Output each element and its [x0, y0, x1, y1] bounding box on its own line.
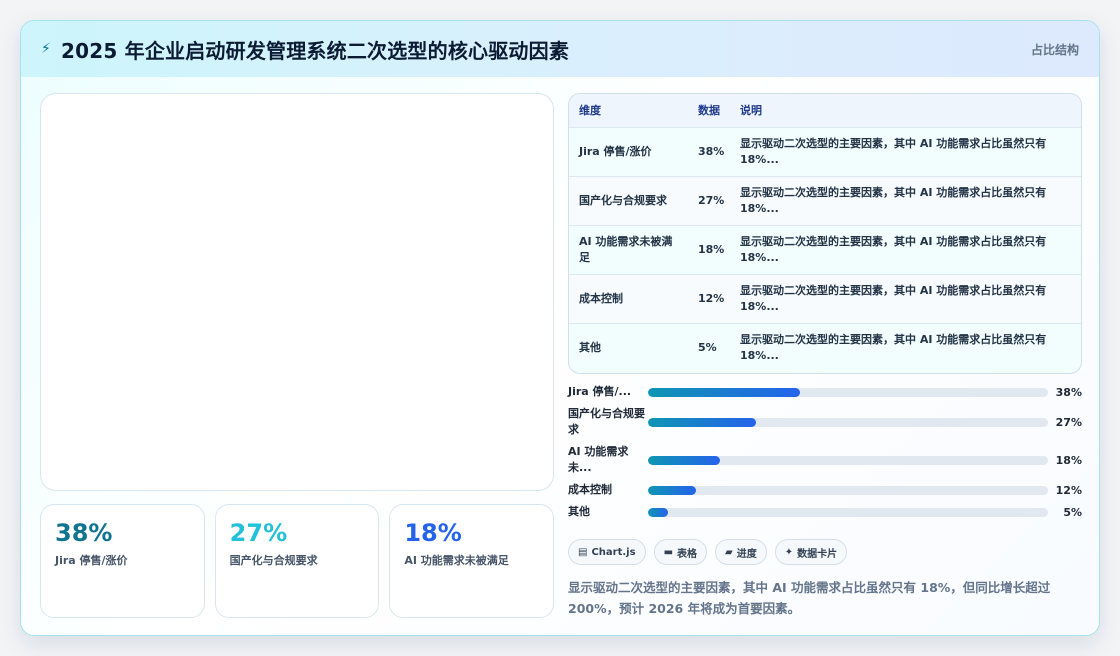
progress-label: 其他: [568, 505, 590, 518]
cell-value: 27%: [698, 193, 725, 207]
progress-percent: 18%: [1055, 453, 1082, 467]
progress-track: [648, 507, 1048, 517]
progress-bars: Jira 停售/... 38% 国产化与合规要求 27% AI 功能需求未...…: [568, 384, 1082, 526]
cell-dimension: 国产化与合规要求: [579, 193, 667, 207]
main-card: ⚡︎ 2025 年企业启动研发管理系统二次选型的核心驱动因素 占比结构 38% …: [20, 20, 1100, 636]
table-row: 成本控制 12% 显示驱动二次选型的主要因素，其中 AI 功能需求占比虽然只有 …: [569, 274, 1081, 323]
stat-card: 38% Jira 停售/涨价: [40, 504, 205, 618]
progress-fill: [648, 387, 800, 397]
progress-row: AI 功能需求未... 18%: [568, 444, 1082, 476]
progress-fill: [648, 485, 696, 495]
progress-percent: 5%: [1063, 505, 1082, 519]
chip-label: 进度: [736, 548, 757, 560]
progress-label: 国产化与合规要求: [568, 407, 645, 436]
cell-dimension: AI 功能需求未被满足: [579, 234, 673, 264]
progress-view-button[interactable]: ▰ 进度: [715, 539, 767, 565]
progress-percent: 38%: [1055, 385, 1082, 399]
card-header: ⚡︎ 2025 年企业启动研发管理系统二次选型的核心驱动因素 占比结构: [21, 21, 1099, 77]
table-row: 国产化与合规要求 27% 显示驱动二次选型的主要因素，其中 AI 功能需求占比虽…: [569, 176, 1081, 225]
stat-label: 国产化与合规要求: [229, 554, 318, 567]
table-icon: ▬: [663, 546, 674, 558]
view-toolbar: ▤ Chart.js ▬ 表格 ▰ 进度 ✦ 数据卡片: [568, 539, 848, 565]
chart-canvas-panel: [40, 93, 554, 491]
progress-label: 成本控制: [568, 483, 612, 496]
table-row: AI 功能需求未被满足 18% 显示驱动二次选型的主要因素，其中 AI 功能需求…: [569, 225, 1081, 274]
chartjs-view-button[interactable]: ▤ Chart.js: [568, 539, 646, 565]
chip-label: 数据卡片: [797, 548, 838, 560]
progress-icon: ▰: [725, 546, 733, 558]
structure-tag: 占比结构: [1030, 42, 1079, 57]
progress-row: 国产化与合规要求 27%: [568, 406, 1082, 438]
column-header: 数据: [698, 104, 720, 118]
progress-fill: [648, 507, 668, 517]
sparkle-icon: ✦: [784, 546, 794, 558]
stat-card: 27% 国产化与合规要求: [214, 504, 380, 618]
data-table: 维度 数据 说明 Jira 停售/涨价 38% 显示驱动二次选型的主要因素，其中…: [568, 93, 1082, 374]
column-header: 维度: [579, 104, 601, 118]
progress-track: [648, 455, 1048, 465]
chip-label: Chart.js: [591, 546, 636, 558]
progress-row: 其他 5%: [568, 504, 1082, 520]
cell-description: 显示驱动二次选型的主要因素，其中 AI 功能需求占比虽然只有 18%...: [740, 283, 1047, 313]
table-row: Jira 停售/涨价 38% 显示驱动二次选型的主要因素，其中 AI 功能需求占…: [569, 127, 1081, 176]
table-header-row: 维度 数据 说明: [569, 94, 1081, 127]
progress-fill: [648, 417, 756, 427]
cell-value: 18%: [698, 242, 725, 256]
cell-dimension: 其他: [579, 340, 601, 354]
progress-track: [648, 417, 1048, 427]
cell-dimension: 成本控制: [579, 291, 623, 305]
cards-view-button[interactable]: ✦ 数据卡片: [774, 539, 848, 565]
progress-row: Jira 停售/... 38%: [568, 384, 1082, 400]
cell-description: 显示驱动二次选型的主要因素，其中 AI 功能需求占比虽然只有 18%...: [740, 185, 1047, 215]
progress-track: [648, 387, 1048, 397]
progress-track: [648, 485, 1048, 495]
table-row: 其他 5% 显示驱动二次选型的主要因素，其中 AI 功能需求占比虽然只有 18%…: [569, 323, 1081, 372]
cell-value: 5%: [698, 340, 717, 354]
progress-label: Jira 停售/...: [568, 385, 632, 398]
cell-description: 显示驱动二次选型的主要因素，其中 AI 功能需求占比虽然只有 18%...: [740, 332, 1047, 362]
chip-label: 表格: [677, 548, 698, 560]
summary-text: 显示驱动二次选型的主要因素，其中 AI 功能需求占比虽然只有 18%，但同比增长…: [568, 580, 1051, 616]
table-view-button[interactable]: ▬ 表格: [653, 539, 708, 565]
stat-label: AI 功能需求未被满足: [404, 554, 509, 567]
stat-card: 18% AI 功能需求未被满足: [389, 504, 555, 618]
progress-fill: [648, 455, 720, 465]
page-title: 2025 年企业启动研发管理系统二次选型的核心驱动因素: [61, 38, 570, 63]
cell-value: 12%: [698, 291, 725, 305]
stat-value: 27%: [229, 519, 288, 547]
column-header: 说明: [740, 104, 762, 118]
stat-value: 18%: [404, 519, 462, 547]
stat-cards: 38% Jira 停售/涨价 27% 国产化与合规要求 18% AI 功能需求未…: [40, 504, 555, 618]
progress-row: 成本控制 12%: [568, 482, 1082, 498]
stat-value: 38%: [55, 519, 113, 547]
cell-description: 显示驱动二次选型的主要因素，其中 AI 功能需求占比虽然只有 18%...: [740, 234, 1047, 264]
cell-value: 38%: [698, 144, 725, 158]
progress-percent: 27%: [1055, 415, 1082, 429]
cell-description: 显示驱动二次选型的主要因素，其中 AI 功能需求占比虽然只有 18%...: [740, 136, 1047, 166]
progress-label: AI 功能需求未...: [568, 445, 629, 474]
stat-label: Jira 停售/涨价: [55, 554, 128, 567]
chart-icon: ▤: [578, 546, 588, 558]
cell-dimension: Jira 停售/涨价: [579, 144, 652, 158]
lightning-icon: ⚡︎: [41, 41, 51, 57]
progress-percent: 12%: [1055, 483, 1082, 497]
